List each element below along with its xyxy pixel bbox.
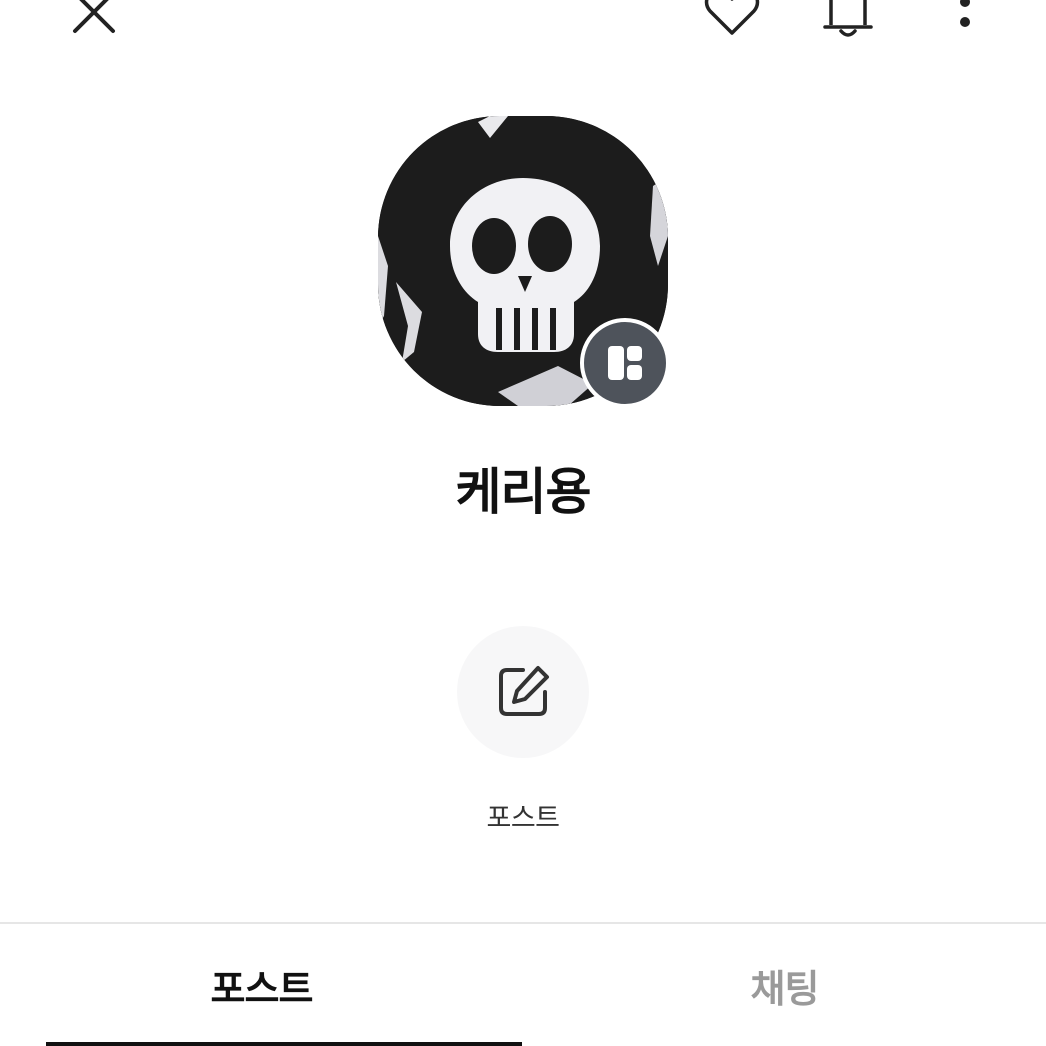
profile-avatar-container [378,116,670,408]
top-bar [0,0,1046,60]
notification-button[interactable] [816,0,880,44]
more-options-button[interactable] [940,0,990,44]
post-action-label: 포스트 [486,803,560,834]
profile-tabs: 포스트 채팅 [0,924,1046,1046]
profile-type-badge-icon [608,346,642,380]
heart-icon [704,0,760,35]
post-action-circle[interactable] [457,626,589,758]
edit-pencil-icon [499,666,549,716]
like-button[interactable] [700,0,764,44]
active-tab-indicator [46,1042,522,1046]
close-icon [73,0,115,33]
close-button[interactable] [60,0,126,46]
profile-page: 케리용 포스트 포스트 채팅 [0,0,1046,1046]
profile-name: 케리용 [455,463,592,521]
bell-icon [823,0,873,37]
tab-chat[interactable]: 채팅 [523,924,1046,1046]
post-action-button[interactable]: 포스트 [456,626,590,835]
profile-type-badge[interactable] [580,318,670,408]
tab-post[interactable]: 포스트 [0,924,523,1046]
more-vertical-icon [960,0,970,27]
